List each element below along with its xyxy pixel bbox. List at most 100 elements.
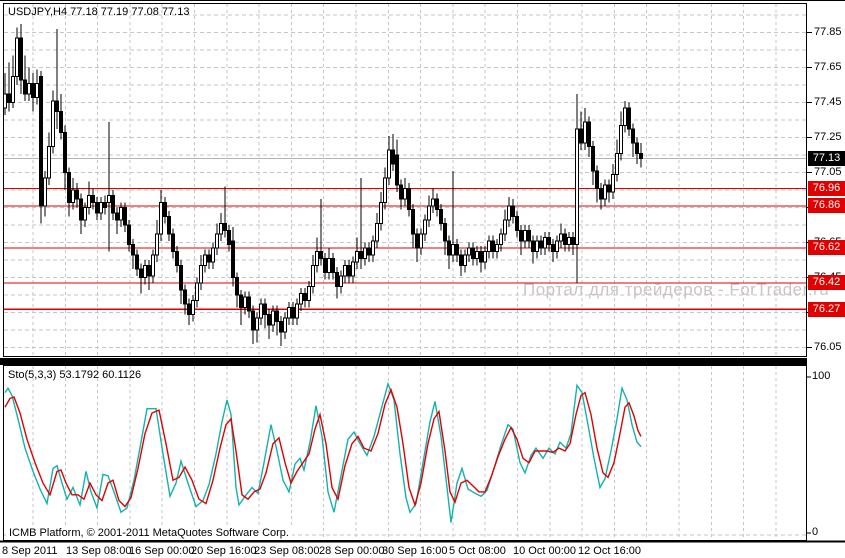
candle-body — [312, 265, 315, 286]
candle-body — [396, 155, 399, 185]
candle-body — [320, 251, 323, 258]
candle-body — [156, 234, 159, 255]
price-axis-label: 77.85 — [814, 26, 842, 38]
candle-body — [552, 244, 555, 251]
chart-window: USDJPY,H4 77.18 77.19 77.08 77.13 Sto(5,… — [0, 0, 845, 558]
candle-body — [28, 83, 31, 94]
candle-body — [336, 272, 339, 286]
candle-body — [420, 234, 423, 248]
candle-body — [64, 132, 67, 172]
candle-body — [300, 293, 303, 304]
candle-body — [536, 241, 539, 252]
candle-body — [184, 290, 187, 304]
candle-body — [72, 190, 75, 202]
candle-body — [600, 188, 603, 199]
level-price-tag: 76.42 — [808, 275, 845, 290]
candle-body — [384, 178, 387, 203]
candle-body — [472, 248, 475, 259]
candle-body — [404, 188, 407, 199]
time-axis-label: 28 Sep 00:00 — [319, 545, 384, 557]
candle-body — [280, 321, 283, 332]
candle-body — [432, 199, 435, 206]
time-axis-label: 23 Sep 08:00 — [254, 545, 319, 557]
candle-body — [372, 241, 375, 255]
candle-body — [180, 265, 183, 290]
candle-body — [92, 195, 95, 202]
candle-body — [544, 237, 547, 248]
candle-body — [340, 276, 343, 287]
price-axis-label: 77.05 — [814, 166, 842, 178]
candle-body — [492, 241, 495, 252]
candle-body — [636, 143, 639, 154]
candles-layer — [4, 24, 643, 346]
candle-body — [352, 262, 355, 276]
price-chart-canvas[interactable] — [0, 0, 845, 558]
candle-body — [464, 255, 467, 266]
candle-body — [152, 255, 155, 276]
candle-body — [76, 190, 79, 199]
candle-body — [560, 234, 563, 241]
candle-body — [480, 251, 483, 262]
level-price-tag: 76.62 — [808, 240, 845, 255]
candle-body — [412, 209, 415, 234]
candle-body — [84, 208, 87, 220]
candle-body — [256, 318, 259, 330]
level-price-tag: 76.86 — [808, 198, 845, 213]
candle-body — [612, 174, 615, 192]
indicator-axis-label: 100 — [812, 370, 830, 382]
candle-body — [304, 293, 307, 300]
candle-body — [272, 311, 275, 325]
candle-body — [360, 251, 363, 258]
candle-body — [380, 202, 383, 223]
candle-body — [104, 202, 107, 207]
time-axis-label: 16 Sep 00:00 — [129, 545, 194, 557]
candle-body — [96, 202, 99, 213]
candle-body — [220, 223, 223, 234]
candle-body — [556, 241, 559, 252]
candle-body — [16, 38, 19, 76]
candle-body — [108, 195, 111, 202]
candle-body — [188, 304, 191, 315]
candle-body — [268, 314, 271, 325]
candle-body — [24, 80, 27, 94]
candle-body — [496, 244, 499, 251]
time-axis-label: 8 Sep 2011 — [2, 545, 57, 557]
candle-body — [100, 202, 103, 213]
candle-body — [136, 255, 139, 269]
candle-body — [200, 265, 203, 283]
candle-body — [580, 129, 583, 143]
candle-body — [540, 241, 543, 248]
candle-body — [424, 220, 427, 234]
candle-body — [608, 185, 611, 192]
candle-body — [264, 304, 267, 315]
price-axis-label: 77.65 — [814, 61, 842, 73]
candle-body — [164, 202, 167, 216]
time-axis-label: 30 Sep 16:00 — [382, 545, 447, 557]
candle-body — [588, 122, 591, 147]
indicator-axis-label: 0 — [812, 526, 818, 538]
current-price-tag: 77.13 — [808, 151, 845, 166]
candle-body — [376, 223, 379, 241]
candle-body — [236, 278, 239, 296]
candle-body — [332, 258, 335, 272]
candle-body — [476, 251, 479, 258]
platform-copyright: ICMB Platform, © 2001-2011 MetaQuotes So… — [6, 527, 292, 539]
level-price-tag: 76.27 — [808, 302, 845, 317]
candle-body — [36, 83, 39, 97]
candle-body — [524, 230, 527, 241]
candle-body — [112, 195, 115, 213]
candle-body — [324, 258, 327, 272]
candle-body — [392, 150, 395, 164]
candle-body — [284, 318, 287, 332]
candle-body — [528, 230, 531, 241]
candle-body — [288, 307, 291, 318]
panel-splitter[interactable] — [0, 358, 807, 365]
candle-body — [508, 206, 511, 220]
candle-body — [416, 234, 419, 248]
candle-body — [448, 241, 451, 255]
candle-body — [32, 83, 35, 97]
candle-body — [276, 311, 279, 322]
candle-body — [572, 237, 575, 244]
candle-body — [132, 244, 135, 255]
candle-body — [116, 213, 119, 220]
